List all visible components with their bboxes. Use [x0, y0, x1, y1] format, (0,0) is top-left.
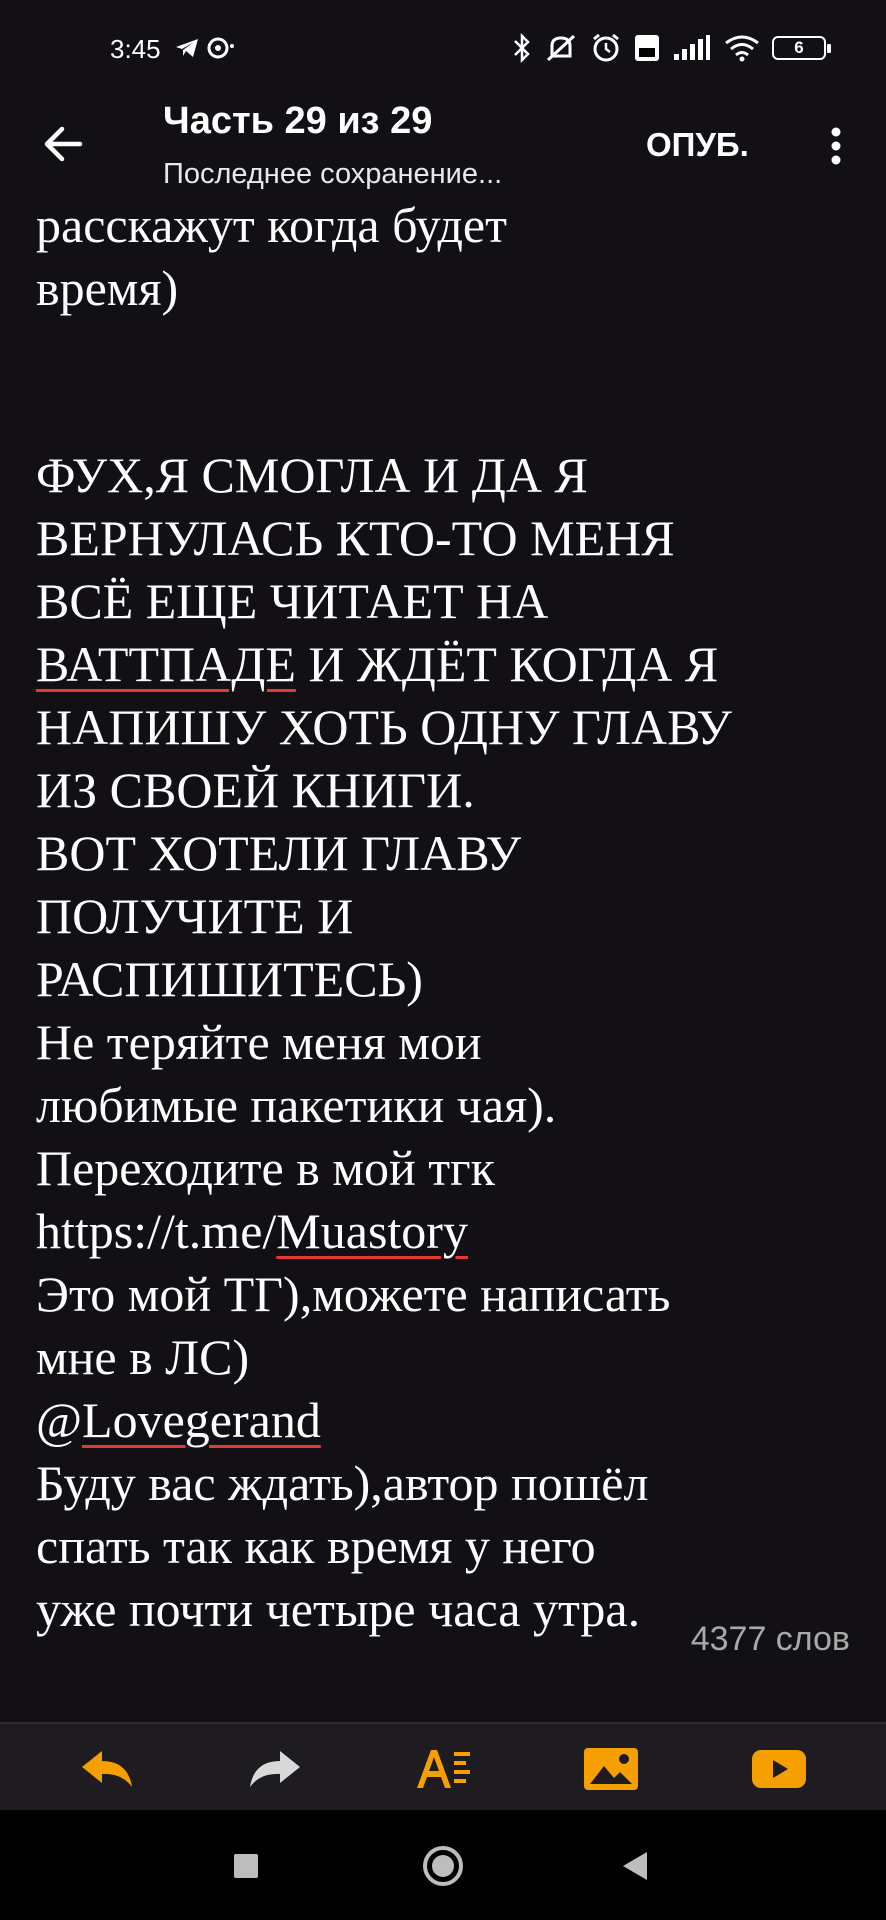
editor-text-area[interactable]: расскажут когда будет время) ФУХ,Я СМОГЛА… [36, 200, 866, 1668]
text-line: И ЖДЁТ КОГДА Я [295, 636, 719, 692]
notification-dot-icon [207, 37, 234, 59]
text-paragraph-1: расскажут когда будет время) [36, 200, 866, 320]
undo-icon [82, 1751, 132, 1787]
more-vertical-icon [831, 127, 841, 165]
editor-toolbar [0, 1722, 886, 1812]
editor-header: Часть 29 из 29 Последнее сохранение... О… [0, 96, 886, 202]
redo-button[interactable] [244, 1738, 306, 1800]
text-line: ВСЁ ЕЩЕ ЧИТАЕТ НА [36, 573, 549, 629]
insert-image-icon [584, 1748, 638, 1790]
publish-button[interactable]: ОПУБ. [646, 126, 749, 164]
system-navigation-bar [0, 1810, 886, 1920]
text-line: ФУХ,Я СМОГЛА И ДА Я [36, 447, 588, 503]
misspelled-word[interactable]: Muastory [276, 1203, 468, 1259]
mute-bell-icon [546, 34, 576, 62]
telegram-icon [176, 39, 198, 57]
status-time: 3:45 [110, 34, 161, 64]
home-icon [423, 1846, 463, 1886]
text-line: ИЗ СВОЕЙ КНИГИ. [36, 762, 475, 818]
battery-icon: 6 [772, 36, 831, 60]
recents-button[interactable] [224, 1844, 268, 1888]
text-line: НАПИШУ ХОТЬ ОДНУ ГЛАВУ [36, 699, 732, 755]
text-line: @ [36, 1392, 83, 1448]
status-bar: 3:45 6 [0, 0, 886, 100]
text-line: РАСПИШИТЕСЬ) [36, 951, 423, 1007]
wifi-icon [725, 35, 759, 62]
nav-back-button[interactable] [614, 1844, 658, 1888]
text-line: https://t.me/ [36, 1203, 277, 1259]
insert-image-button[interactable] [580, 1738, 642, 1800]
text-line: Переходите в мой тгк [36, 1140, 495, 1196]
back-icon [623, 1852, 647, 1880]
status-right-icons: 6 [512, 32, 831, 64]
undo-button[interactable] [76, 1738, 138, 1800]
text-line: время) [36, 260, 179, 316]
misspelled-word[interactable]: Lovegerand [82, 1392, 321, 1448]
volte-icon [635, 35, 659, 61]
text-line: любимые пакетики чая). [36, 1077, 557, 1133]
text-line: ПОЛУЧИТЕ И [36, 888, 354, 944]
more-options-button[interactable] [818, 122, 854, 170]
text-line: ВЕРНУЛАСЬ КТО-ТО МЕНЯ [36, 510, 675, 566]
insert-video-icon [752, 1750, 806, 1788]
text-paragraph-2: ФУХ,Я СМОГЛА И ДА Я ВЕРНУЛАСЬ КТО-ТО МЕНЯ… [36, 444, 866, 1641]
text-line: спать так как время у него [36, 1518, 596, 1574]
text-line: ВОТ ХОТЕЛИ ГЛАВУ [36, 825, 521, 881]
text-line: Буду вас ждать),автор пошёл [36, 1455, 649, 1511]
home-button[interactable] [421, 1844, 465, 1888]
recents-icon [234, 1854, 258, 1878]
text-line: Не теряйте меня мои [36, 1014, 482, 1070]
bluetooth-icon [514, 33, 530, 63]
text-format-button[interactable] [412, 1738, 474, 1800]
arrow-left-icon [44, 126, 83, 162]
text-line: мне в ЛС) [36, 1329, 250, 1385]
text-line: расскажут когда будет [36, 200, 507, 253]
redo-icon [250, 1751, 300, 1787]
signal-icon [674, 35, 710, 60]
word-count: 4377 слов [690, 1620, 850, 1658]
status-left-icons [174, 36, 236, 60]
text-format-icon [417, 1750, 470, 1788]
save-status: Последнее сохранение... [163, 158, 503, 190]
text-line: Это мой ТГ),можете написать [36, 1266, 671, 1322]
battery-level: 6 [794, 38, 804, 57]
insert-video-button[interactable] [748, 1738, 810, 1800]
misspelled-word[interactable]: ВАТТПАДЕ [36, 636, 296, 692]
back-button[interactable] [38, 118, 90, 170]
text-line: уже почти четыре часа утра. [36, 1581, 641, 1637]
alarm-icon [593, 33, 619, 62]
part-title: Часть 29 из 29 [163, 100, 433, 142]
